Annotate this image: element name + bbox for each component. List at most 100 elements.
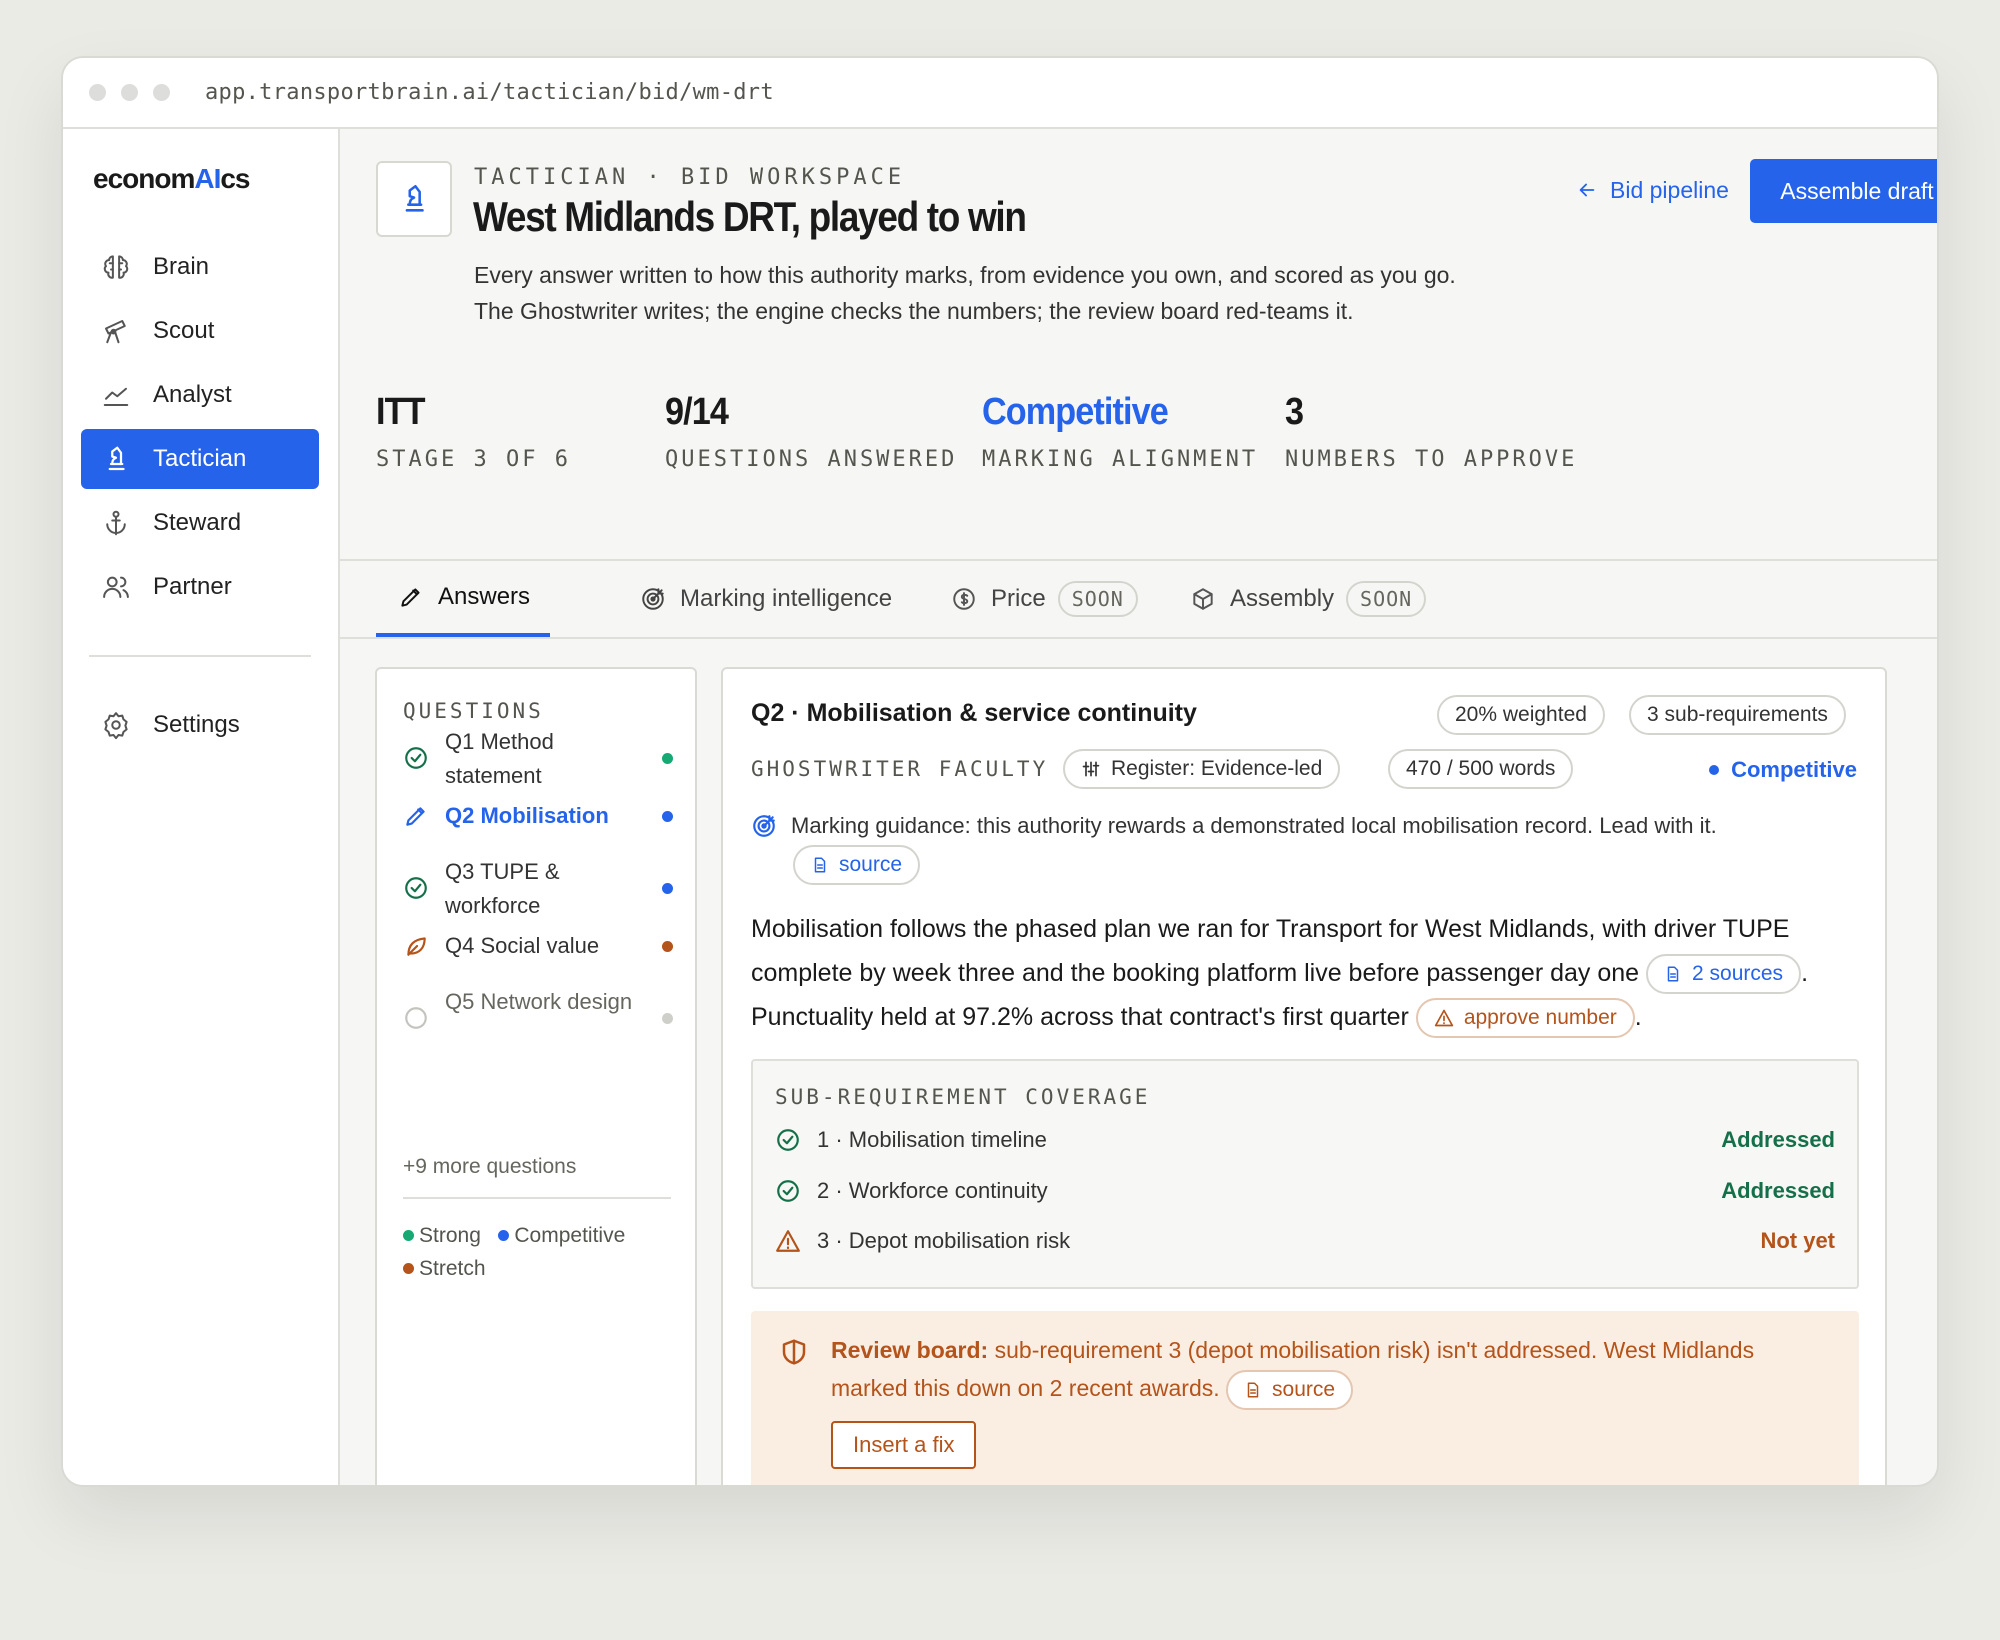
sidebar-item-partner[interactable]: Partner — [81, 557, 319, 617]
stat-value: ITT — [376, 391, 425, 433]
guidance-text: Marking guidance: this authority rewards… — [791, 813, 1717, 838]
sidebar-item-tactician[interactable]: Tactician — [81, 429, 319, 489]
review-board-alert: Review board: sub-requirement 3 (depot m… — [751, 1311, 1859, 1485]
brain-icon — [103, 255, 129, 279]
questions-heading: QUESTIONS — [403, 699, 544, 723]
subrequirements-badge: 3 sub-requirements — [1629, 695, 1846, 735]
review-message: Review board: sub-requirement 3 (depot m… — [831, 1331, 1831, 1410]
chart-line-icon — [103, 387, 129, 406]
pencil-icon — [406, 807, 425, 826]
question-label: Q1 Method statement — [445, 729, 554, 788]
word-count-badge: 470 / 500 words — [1388, 749, 1574, 789]
bid-pipeline-label: Bid pipeline — [1610, 176, 1729, 203]
page-eyebrow: TACTICIAN · BID WORKSPACE — [474, 165, 906, 190]
coverage-label: 1 · Mobilisation timeline — [817, 1127, 1047, 1152]
stat-label: MARKING ALIGNMENT — [982, 447, 1259, 472]
stat-label: NUMBERS TO APPROVE — [1285, 447, 1578, 472]
strength-dot — [662, 753, 673, 764]
address-bar-url[interactable]: app.transportbrain.ai/tactician/bid/wm-d… — [205, 80, 774, 105]
sidebar-item-scout[interactable]: Scout — [81, 301, 319, 361]
check-circle-icon — [405, 877, 427, 899]
answer-body[interactable]: Mobilisation follows the phased plan we … — [751, 907, 1861, 1039]
empty-circle-icon — [405, 1007, 427, 1029]
app-logo[interactable]: economAIcs — [93, 163, 251, 195]
source-chip-label: source — [1272, 1377, 1336, 1401]
tab-answers[interactable]: Answers — [376, 561, 551, 637]
window-minimize-dot[interactable] — [121, 84, 138, 101]
sidebar-item-label: Settings — [153, 711, 240, 738]
page-subtitle: Every answer written to how this authori… — [474, 262, 1456, 324]
coverage-heading: SUB-REQUIREMENT COVERAGE — [775, 1085, 1151, 1109]
question-item-q2[interactable]: Q2 Mobilisation — [403, 799, 673, 833]
tab-label: Marking intelligence — [680, 585, 893, 612]
question-label: Q2 Mobilisation — [445, 803, 609, 828]
tab-label: Answers — [438, 583, 531, 610]
answer-panel: Q2 · Mobilisation & service continuity 2… — [721, 667, 1887, 1485]
questions-divider — [403, 1197, 671, 1199]
marking-guidance: Marking guidance: this authority rewards… — [751, 813, 1717, 839]
telescope-icon — [105, 320, 126, 344]
guidance-source-chip[interactable]: source — [793, 845, 921, 885]
users-icon — [103, 576, 129, 598]
warning-icon — [1434, 1010, 1453, 1027]
strength-dot — [662, 811, 673, 822]
document-icon — [1667, 966, 1679, 982]
box-icon — [1193, 588, 1213, 610]
question-item-q3[interactable]: Q3 TUPE & workforce — [403, 855, 673, 923]
question-label: Q5 Network design — [445, 989, 633, 1014]
assemble-draft-button[interactable]: Assemble draft — [1750, 159, 1937, 223]
sliders-icon — [1082, 761, 1100, 777]
stat-value: 9/14 — [665, 391, 729, 433]
strength-dot — [662, 941, 673, 952]
warning-icon — [776, 1230, 800, 1252]
document-icon — [814, 857, 826, 873]
sidebar-item-label: Brain — [153, 253, 210, 280]
soon-badge: SOON — [1057, 581, 1138, 617]
shield-icon — [782, 1339, 806, 1365]
coverage-status: Not yet — [1760, 1228, 1835, 1253]
status-dot — [1709, 765, 1720, 775]
register-label: Register: Evidence-led — [1111, 757, 1323, 780]
question-item-q1[interactable]: Q1 Method statement — [403, 725, 673, 793]
window-maximize-dot[interactable] — [153, 84, 170, 101]
coverage-row: 1 · Mobilisation timeline Addressed — [775, 1123, 1835, 1157]
sidebar-item-label: Steward — [153, 509, 242, 536]
dollar-circle-icon — [953, 588, 975, 610]
sidebar-item-label: Analyst — [153, 381, 232, 408]
bid-pipeline-link[interactable]: Bid pipeline — [1576, 165, 1729, 215]
sidebar-item-label: Scout — [153, 317, 215, 344]
sidebar-item-settings[interactable]: Settings — [81, 695, 319, 755]
anchor-icon — [106, 510, 126, 536]
question-item-q4[interactable]: Q4 Social value — [403, 929, 673, 963]
target-icon — [642, 588, 664, 610]
target-icon — [753, 815, 775, 837]
document-icon — [1247, 1382, 1259, 1398]
sidebar-nav: Brain Scout Analyst Tactician Steward Pa… — [81, 237, 319, 759]
tab-price[interactable]: Price SOON — [951, 561, 1138, 637]
window-close-dot[interactable] — [89, 84, 106, 101]
strength-legend: Strong Competitive Stretch — [403, 1219, 683, 1285]
sidebar-item-analyst[interactable]: Analyst — [81, 365, 319, 425]
question-label: Q4 Social value — [445, 933, 600, 958]
sidebar-item-brain[interactable]: Brain — [81, 237, 319, 297]
more-questions-link[interactable]: +9 more questions — [403, 1155, 576, 1179]
stat-value: 3 — [1285, 391, 1304, 433]
sidebar: economAIcs Brain Scout Analyst Tactician… — [63, 129, 340, 1485]
question-label: Q3 TUPE & workforce — [445, 859, 560, 918]
approve-number-chip[interactable]: approve number — [1415, 998, 1635, 1039]
sidebar-item-steward[interactable]: Steward — [81, 493, 319, 553]
question-item-q5[interactable]: Q5 Network design — [403, 985, 673, 1031]
register-selector[interactable]: Register: Evidence-led — [1063, 749, 1341, 789]
insert-fix-button[interactable]: Insert a fix — [831, 1421, 977, 1469]
tab-assembly[interactable]: Assembly SOON — [1190, 561, 1427, 637]
logo-text-accent: AI — [194, 163, 221, 194]
review-source-chip[interactable]: source — [1226, 1369, 1354, 1410]
sidebar-item-label: Partner — [153, 573, 232, 600]
stat-label: STAGE 3 OF 6 — [376, 447, 571, 472]
chess-knight-icon — [108, 446, 125, 471]
sources-chip[interactable]: 2 sources — [1646, 954, 1802, 995]
stat-label: QUESTIONS ANSWERED — [665, 447, 958, 472]
tab-marking-intelligence[interactable]: Marking intelligence — [640, 561, 892, 637]
stat-value: Competitive — [982, 391, 1169, 433]
approve-chip-label: approve number — [1463, 1006, 1617, 1030]
